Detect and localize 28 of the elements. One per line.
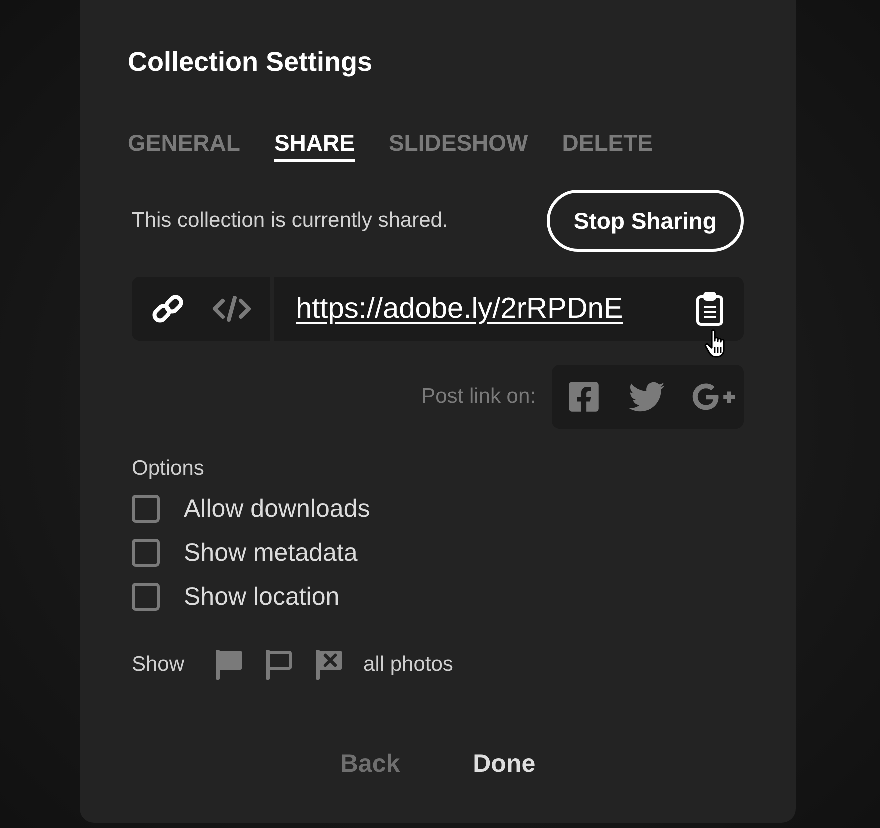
share-status-text: This collection is currently shared. <box>132 209 448 233</box>
rejected-flag-icon[interactable] <box>314 650 343 680</box>
checkbox[interactable] <box>132 539 160 567</box>
tab[interactable]: SHARE <box>274 128 355 162</box>
checkbox-label: Show metadata <box>184 538 358 568</box>
copy-button[interactable] <box>696 292 724 326</box>
facebook-icon <box>567 380 601 414</box>
dialog-title: Collection Settings <box>128 46 373 79</box>
show-filter-label: Show <box>132 653 185 677</box>
code-icon <box>212 294 252 324</box>
share-url-link[interactable]: https://adobe.ly/2rRPDnE <box>296 292 624 326</box>
outline-flag-icon[interactable] <box>264 650 293 680</box>
footer-button[interactable]: Done <box>473 746 536 782</box>
clipboard-icon <box>696 292 724 326</box>
tab[interactable]: GENERAL <box>128 128 240 162</box>
tab[interactable]: SLIDESHOW <box>388 128 528 162</box>
show-filter-value: all photos <box>364 653 454 677</box>
tab[interactable]: DELETE <box>562 128 653 162</box>
checkbox-label: Allow downloads <box>184 494 370 524</box>
checkbox[interactable] <box>132 495 160 523</box>
checkbox-label: Show location <box>184 582 340 612</box>
filled-flag-icon[interactable] <box>214 650 243 680</box>
post-link-label: Post link on: <box>422 385 536 409</box>
embed-format-button[interactable] <box>212 294 252 324</box>
stop-sharing-button[interactable]: Stop Sharing <box>546 190 744 252</box>
checkbox[interactable] <box>132 583 160 611</box>
options-heading: Options <box>132 457 204 481</box>
facebook-share-button[interactable] <box>567 380 601 414</box>
